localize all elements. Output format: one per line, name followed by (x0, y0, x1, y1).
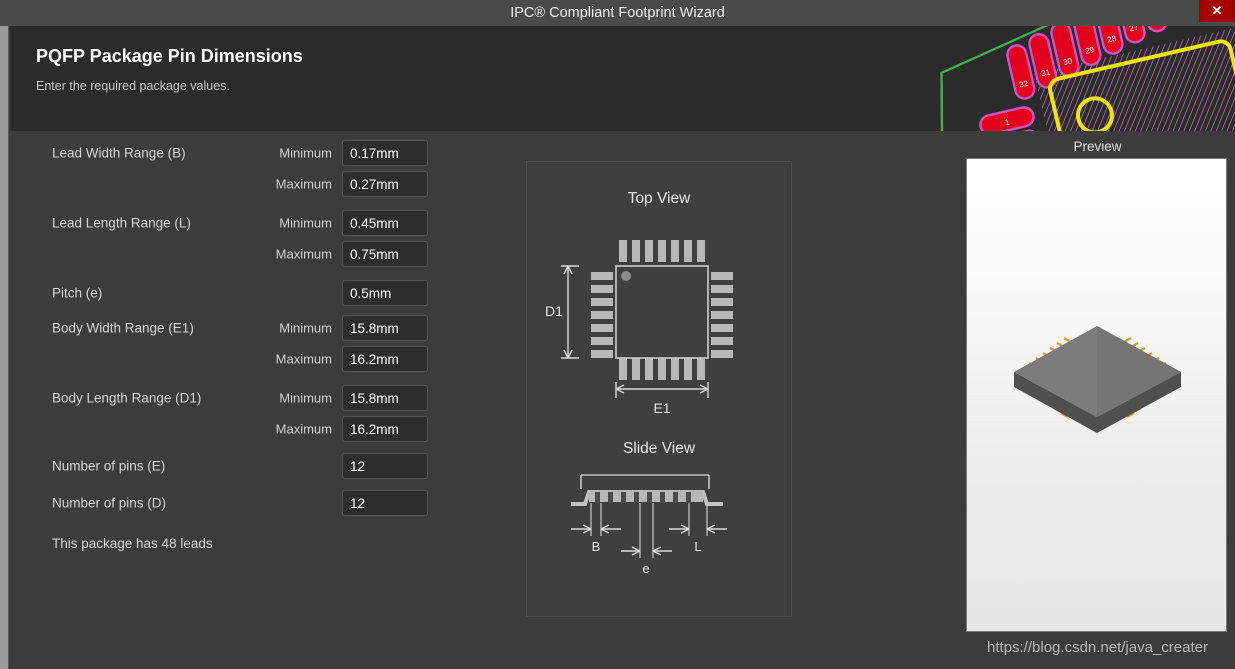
wizard-body: Lead Width Range (B) Minimum Maximum Lea… (10, 131, 1235, 669)
field-label: Lead Width Range (B) (52, 145, 186, 161)
form-row-body-width-min: Body Width Range (E1) Minimum (10, 314, 440, 342)
close-icon[interactable]: ✕ (1199, 0, 1235, 22)
body-length-max-input[interactable] (342, 416, 428, 442)
page-title: PQFP Package Pin Dimensions (36, 46, 303, 66)
field-label: Lead Length Range (L) (52, 215, 191, 231)
field-qualifier: Minimum (279, 390, 332, 406)
page-subtitle: Enter the required package values. (36, 79, 230, 93)
body-width-min-input[interactable] (342, 315, 428, 341)
field-qualifier: Minimum (279, 145, 332, 161)
field-qualifier: Maximum (275, 246, 332, 262)
dim-e-label: e (642, 561, 649, 576)
form-row-pitch: Pitch (e) (10, 279, 440, 307)
form-row-body-length-min: Body Length Range (D1) Minimum (10, 384, 440, 412)
form-row-lead-width-max: Maximum (10, 170, 440, 198)
dim-b-label: B (592, 539, 601, 554)
form-row-lead-length-min: Lead Length Range (L) Minimum (10, 209, 440, 237)
body-width-max-input[interactable] (342, 346, 428, 372)
dim-d1-label: D1 (545, 303, 563, 319)
field-qualifier: Minimum (279, 215, 332, 231)
dim-l-label: L (694, 539, 701, 554)
form-row-num-pins-d: Number of pins (D) (10, 489, 440, 517)
dim-e1-label: E1 (653, 400, 670, 416)
form-row-num-pins-e: Number of pins (E) (10, 452, 440, 480)
num-pins-d-input[interactable] (342, 490, 428, 516)
ipc-footprint-wizard-window: IPC® Compliant Footprint Wizard ✕ PQFP P… (0, 0, 1235, 669)
package-diagram-panel: Top View Slide View D1 E1 B e L (526, 161, 792, 617)
field-qualifier: Maximum (275, 351, 332, 367)
field-label: Body Length Range (D1) (52, 390, 202, 406)
package-dimensions-form: Lead Width Range (B) Minimum Maximum Lea… (10, 131, 440, 669)
form-row-lead-width-min: Lead Width Range (B) Minimum (10, 139, 440, 167)
form-row-lead-length-max: Maximum (10, 240, 440, 268)
pitch-input[interactable] (342, 280, 428, 306)
pcb-footprint-art: 32 31 30 29 28 27 1 (930, 26, 1235, 131)
preview-label: Preview (1073, 139, 1122, 154)
num-pins-e-input[interactable] (342, 453, 428, 479)
field-label: Number of pins (E) (52, 458, 166, 474)
qfp-3d-model (1014, 326, 1181, 433)
window-frame-left-edge (0, 26, 9, 669)
field-qualifier: Maximum (275, 176, 332, 192)
lead-length-max-input[interactable] (342, 241, 428, 267)
lead-count-note: This package has 48 leads (52, 536, 213, 551)
form-row-body-width-max: Maximum (10, 345, 440, 373)
watermark-text: https://blog.csdn.net/java_creater (987, 639, 1208, 656)
lead-width-min-input[interactable] (342, 140, 428, 166)
lead-width-max-input[interactable] (342, 171, 428, 197)
wizard-header: PQFP Package Pin Dimensions Enter the re… (10, 26, 1235, 131)
field-qualifier: Maximum (275, 421, 332, 437)
field-qualifier: Minimum (279, 320, 332, 336)
form-row-body-length-max: Maximum (10, 415, 440, 443)
field-label: Body Width Range (E1) (52, 320, 194, 336)
preview-3d-viewport[interactable] (966, 158, 1227, 632)
field-label: Pitch (e) (52, 285, 103, 301)
window-titlebar: IPC® Compliant Footprint Wizard ✕ (0, 0, 1235, 26)
body-length-min-input[interactable] (342, 385, 428, 411)
field-label: Number of pins (D) (52, 495, 167, 511)
package-drawing: D1 E1 B e L (545, 240, 733, 576)
window-title: IPC® Compliant Footprint Wizard (510, 5, 725, 21)
lead-length-min-input[interactable] (342, 210, 428, 236)
